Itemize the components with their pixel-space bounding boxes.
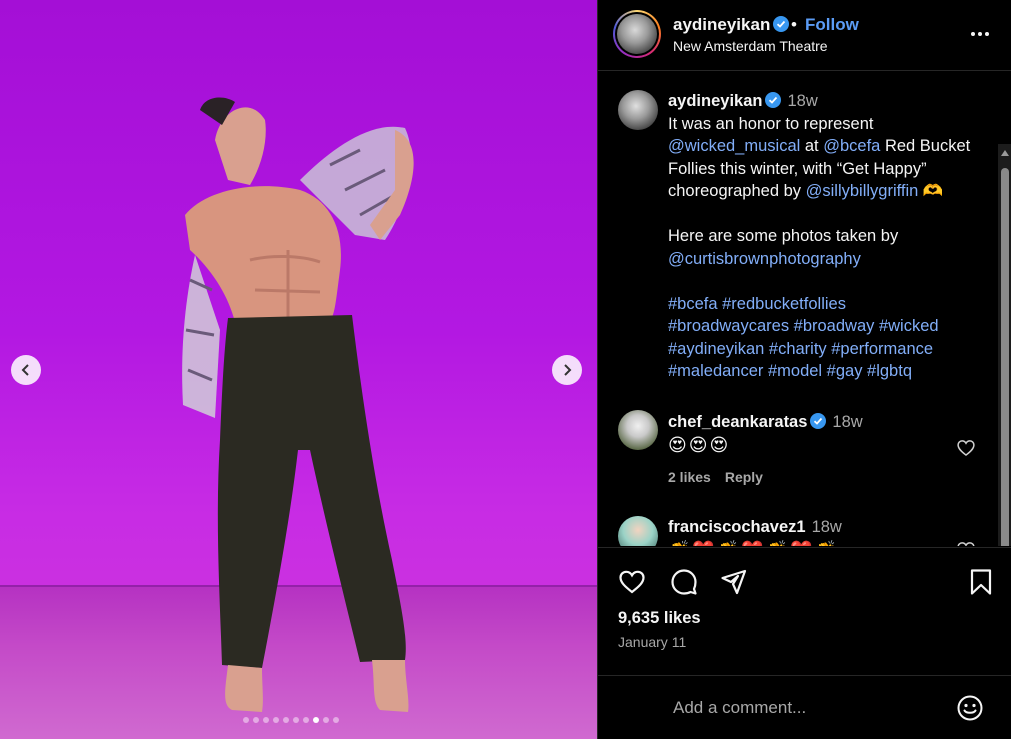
post-details-panel: aydineyikan • Follow New Amsterdam Theat… [597,0,1011,739]
emoji-icon[interactable] [956,694,984,722]
caption-text-segment: Here are some photos taken by [668,227,899,245]
caption-line: Follies this winter, with “Get Happy” [668,158,988,181]
caption-link[interactable]: #aydineyikan #charity #performance [668,340,933,358]
add-comment-bar [598,675,1011,739]
verified-badge-icon [773,16,790,32]
caption-line: #maledancer #model #gay #lgbtq [668,360,988,383]
comment-time: 18w [832,413,863,431]
carousel-dot [303,717,309,723]
previous-slide-button[interactable] [11,355,41,385]
carousel-dot [263,717,269,723]
caption-line: #broadwaycares #broadway #wicked [668,315,988,338]
comment-icon[interactable] [670,568,698,596]
comment-text: 👏❤️👏❤️👏❤️👏 [668,540,839,546]
caption-line [668,270,988,293]
caption-username[interactable]: aydineyikan [668,92,762,110]
caption-link[interactable]: @sillybillygriffin [806,182,919,200]
comment-meta: 2 likes Reply [668,469,777,485]
author-avatar[interactable] [613,10,661,58]
caption-link[interactable]: @wicked_musical [668,137,800,155]
caption-line: #bcefa #redbucketfollies [668,293,988,316]
likes-count[interactable]: 9,635 likes [618,609,701,628]
verified-badge-icon [810,413,827,429]
caption-avatar[interactable] [618,90,658,130]
more-options-icon[interactable] [968,22,992,46]
comment-username[interactable]: chef_deankaratas [668,413,807,431]
carousel-dot [323,717,329,723]
caption-text-segment: at [800,137,824,155]
heart-icon[interactable] [956,438,976,458]
carousel-dot [333,717,339,723]
caption-link[interactable]: @curtisbrownphotography [668,250,861,268]
header-separator: • [791,15,797,34]
caption-header: aydineyikan 18w [668,90,988,113]
caption-link[interactable]: #broadwaycares #broadway #wicked [668,317,939,335]
caption-line: @wicked_musical at @bcefa Red Bucket [668,135,988,158]
author-username[interactable]: aydineyikan [673,15,790,35]
caption-text-segment: 🫶 [918,182,944,200]
reply-button[interactable]: Reply [725,469,763,485]
comments-list[interactable]: aydineyikan 18w It was an honor to repres… [598,72,1011,546]
caption-line: #aydineyikan #charity #performance [668,338,988,361]
chevron-left-icon [21,364,29,376]
scrollbar-thumb[interactable] [1001,168,1009,546]
chevron-right-icon [564,364,572,376]
caption-link[interactable]: #bcefa #redbucketfollies [668,295,846,313]
caption-text: It was an honor to represent @wicked_musi… [668,113,988,383]
caption-text-segment: Follies this winter, with “Get Happy” [668,159,927,178]
verified-badge-icon [765,92,782,108]
caption-line: Here are some photos taken by [668,225,988,248]
bookmark-icon[interactable] [967,568,995,596]
carousel-dot [293,717,299,723]
post-actions: 9,635 likes January 11 [598,547,1011,667]
comment-time: 18w [811,518,842,536]
scroll-up-arrow[interactable] [1001,150,1009,156]
caption-line [668,203,988,226]
heart-icon[interactable] [956,540,976,546]
carousel-dot [253,717,259,723]
caption-text-segment: Red Bucket [880,137,971,155]
caption-link[interactable]: #maledancer #model #gay #lgbtq [668,362,912,380]
caption-line: choreographed by @sillybillygriffin 🫶 [668,180,988,203]
carousel-dot [283,717,289,723]
comment-header: franciscochavez1 18w [668,518,842,537]
next-slide-button[interactable] [552,355,582,385]
caption-link[interactable]: @bcefa [823,137,880,155]
comment-avatar[interactable] [618,516,658,546]
comments-scrollbar[interactable] [998,144,1011,546]
post-caption: aydineyikan 18w It was an honor to repres… [668,90,988,383]
post-date: January 11 [618,634,687,650]
carousel-indicator [243,717,339,723]
caption-line: @curtisbrownphotography [668,248,988,271]
carousel-dot [273,717,279,723]
caption-line: It was an honor to represent [668,113,988,136]
comment-avatar[interactable] [618,410,658,450]
comment-header: chef_deankaratas 18w [668,413,863,432]
post-location[interactable]: New Amsterdam Theatre [673,38,828,54]
caption-text-segment: It was an honor to represent [668,114,874,133]
follow-button[interactable]: Follow [805,15,859,35]
caption-time: 18w [787,92,818,110]
post-media[interactable] [0,0,597,739]
heart-icon[interactable] [618,568,646,596]
carousel-dot [243,717,249,723]
comment-likes[interactable]: 2 likes [668,469,711,485]
carousel-dot [313,717,319,723]
caption-text-segment: choreographed by [668,182,806,200]
comment-text: 😍😍😍 [668,435,731,455]
comment-username[interactable]: franciscochavez1 [668,518,806,536]
dancer-photo [182,97,414,712]
post-header: aydineyikan • Follow New Amsterdam Theat… [598,0,1011,71]
add-comment-input[interactable] [673,694,943,722]
share-icon[interactable] [720,568,748,596]
